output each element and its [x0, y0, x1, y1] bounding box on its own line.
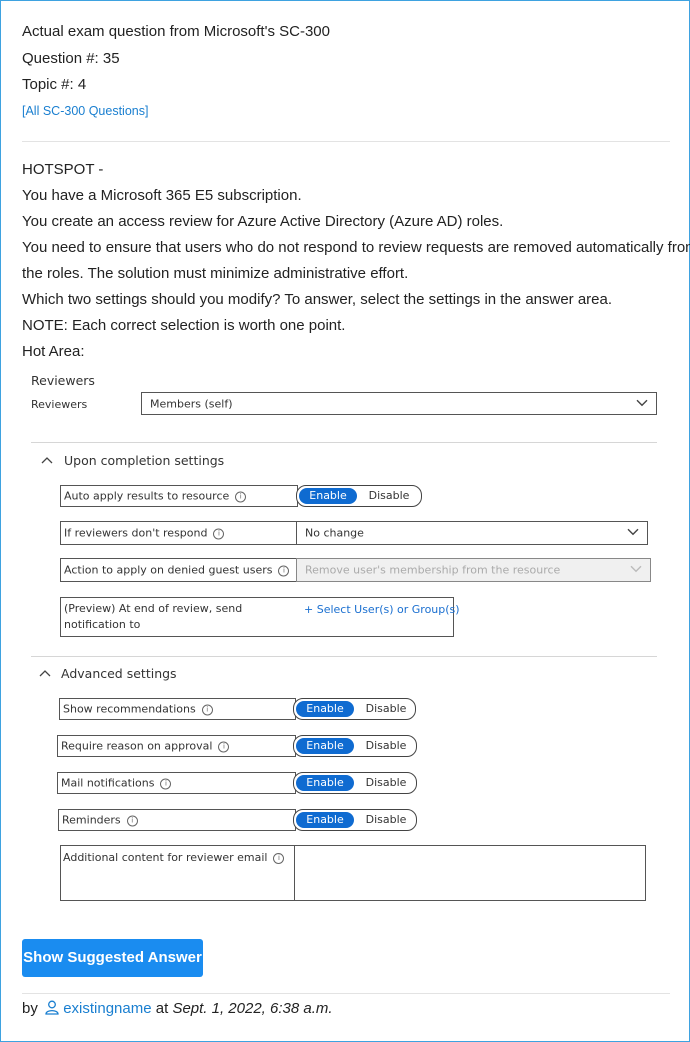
post-date: Sept. 1, 2022, 6:38 a.m. — [172, 1000, 333, 1017]
show-recommendations-row: Show recommendations i — [59, 698, 296, 720]
question-card: Actual exam question from Microsoft's SC… — [0, 0, 690, 1042]
enable-option[interactable]: Enable — [296, 701, 354, 717]
no-respond-label: If reviewers don't respond — [64, 526, 208, 540]
question-line: You create an access review for Azure Ac… — [22, 213, 504, 230]
question-line: Which two settings should you modify? To… — [22, 291, 613, 308]
disable-option[interactable]: Disable — [356, 700, 416, 718]
reviewers-heading: Reviewers — [31, 373, 95, 388]
auto-apply-row: Auto apply results to resource i — [60, 485, 298, 507]
divider — [22, 993, 670, 994]
mail-notifications-row: Mail notifications i — [57, 772, 296, 794]
show-answer-button[interactable]: Show Suggested Answer — [22, 939, 203, 977]
denied-guest-row: Action to apply on denied guest users i — [60, 558, 298, 582]
reviewers-label: Reviewers — [31, 398, 88, 411]
enable-option[interactable]: Enable — [299, 488, 357, 504]
completion-heading: Upon completion settings — [64, 453, 225, 468]
info-icon: i — [160, 778, 172, 789]
enable-option[interactable]: Enable — [296, 738, 354, 754]
reviewers-value: Members (self) — [150, 397, 233, 410]
show-recommendations-toggle[interactable]: Enable Disable — [293, 698, 416, 720]
reminders-row: Reminders i — [58, 809, 296, 831]
notify-label: notification to — [64, 618, 141, 631]
info-icon: i — [126, 815, 138, 826]
mail-notifications-label: Mail notifications — [61, 776, 155, 790]
denied-guest-value: Remove user's membership from the resour… — [305, 563, 561, 577]
no-respond-row: If reviewers don't respond i — [60, 521, 298, 545]
require-reason-label: Require reason on approval — [61, 739, 213, 753]
mail-notifications-toggle[interactable]: Enable Disable — [293, 772, 417, 794]
author-line: by existingname at Sept. 1, 2022, 6:38 a… — [22, 1000, 333, 1017]
disable-option[interactable]: Disable — [359, 487, 419, 505]
section-divider — [31, 656, 657, 657]
info-icon: i — [278, 565, 290, 576]
all-questions-link[interactable]: [All SC-300 Questions] — [22, 104, 148, 118]
chevron-down-icon — [627, 528, 639, 536]
question-line: NOTE: Each correct selection is worth on… — [22, 317, 346, 334]
enable-option[interactable]: Enable — [296, 775, 354, 791]
show-recommendations-label: Show recommendations — [63, 702, 196, 716]
info-icon: i — [201, 704, 213, 715]
no-respond-select[interactable]: No change — [296, 521, 648, 545]
notify-row: (Preview) At end of review, send notific… — [60, 597, 460, 637]
question-line: Hot Area: — [22, 343, 85, 360]
question-line: the roles. The solution must minimize ad… — [22, 265, 409, 282]
chevron-up-icon[interactable] — [41, 456, 53, 464]
section-divider — [31, 442, 657, 443]
require-reason-row: Require reason on approval i — [57, 735, 296, 757]
info-icon: i — [235, 491, 247, 502]
question-line: You need to ensure that users who do not… — [22, 239, 690, 256]
info-icon: i — [218, 741, 230, 752]
by-label: by — [22, 1000, 38, 1017]
additional-content-row: Additional content for reviewer email i — [60, 845, 295, 901]
at-label: at — [155, 1000, 169, 1017]
notify-label: (Preview) At end of review, send — [64, 602, 243, 615]
info-icon: i — [213, 528, 225, 539]
reviewers-select[interactable]: Members (self) — [141, 392, 657, 415]
require-reason-toggle[interactable]: Enable Disable — [293, 735, 417, 757]
select-users-link[interactable]: + Select User(s) or Group(s) — [304, 603, 460, 616]
no-respond-value: No change — [305, 526, 364, 540]
user-icon — [45, 1000, 59, 1015]
chevron-down-icon — [630, 565, 642, 573]
question-line: You have a Microsoft 365 E5 subscription… — [22, 187, 302, 204]
author-link[interactable]: existingname — [63, 1000, 151, 1017]
advanced-heading: Advanced settings — [61, 666, 177, 681]
reminders-toggle[interactable]: Enable Disable — [293, 809, 417, 831]
disable-option[interactable]: Disable — [356, 811, 416, 829]
chevron-down-icon — [636, 399, 648, 406]
chevron-up-icon[interactable] — [39, 669, 51, 677]
disable-option[interactable]: Disable — [356, 774, 416, 792]
auto-apply-label: Auto apply results to resource — [64, 489, 230, 503]
topic-number: Topic #: 4 — [22, 76, 87, 93]
question-line: HOTSPOT - — [22, 161, 104, 178]
enable-option[interactable]: Enable — [296, 812, 354, 828]
exam-title: Actual exam question from Microsoft's SC… — [22, 23, 330, 40]
question-number: Question #: 35 — [22, 50, 120, 67]
denied-guest-label: Action to apply on denied guest users — [64, 563, 273, 577]
disable-option[interactable]: Disable — [356, 737, 416, 755]
denied-guest-select[interactable]: Remove user's membership from the resour… — [296, 558, 651, 582]
additional-content-label: Additional content for reviewer email — [63, 851, 268, 864]
reminders-label: Reminders — [62, 813, 121, 827]
additional-content-textarea[interactable] — [294, 845, 646, 901]
divider — [22, 141, 670, 142]
auto-apply-toggle[interactable]: Enable Disable — [296, 485, 422, 507]
info-icon: i — [273, 852, 285, 864]
